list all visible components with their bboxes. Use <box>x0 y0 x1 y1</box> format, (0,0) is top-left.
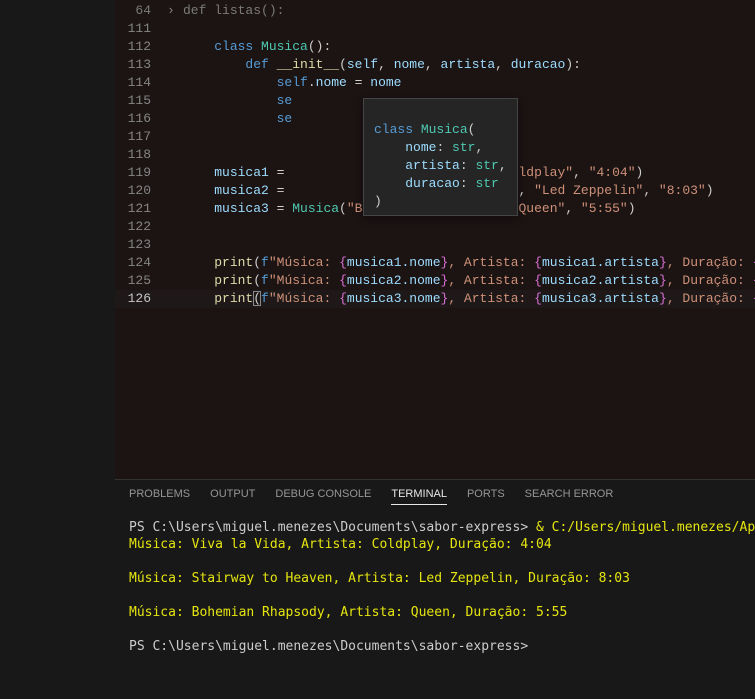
code-line: 123 <box>115 236 755 254</box>
line-number: 113 <box>115 56 167 74</box>
line-number: 125 <box>115 272 167 290</box>
terminal-output[interactable]: PS C:\Users\miguel.menezes\Documents\sab… <box>129 519 741 655</box>
line-number: 123 <box>115 236 167 254</box>
line-number: 115 <box>115 92 167 110</box>
bottom-panel: PROBLEMS OUTPUT DEBUG CONSOLE TERMINAL P… <box>115 479 755 699</box>
code-line: 112 class Musica(): <box>115 38 755 56</box>
line-number: 117 <box>115 128 167 146</box>
code-line: 111 <box>115 20 755 38</box>
line-number: 120 <box>115 182 167 200</box>
code-line: 124 print(f"Música: {musica1.nome}, Arti… <box>115 254 755 272</box>
line-number: 122 <box>115 218 167 236</box>
terminal-prompt: PS C:\Users\miguel.menezes\Documents\sab… <box>129 639 528 654</box>
line-number: 119 <box>115 164 167 182</box>
tab-terminal[interactable]: TERMINAL <box>391 488 447 505</box>
terminal-line: Música: Bohemian Rhapsody, Artista: Quee… <box>129 605 567 620</box>
main-area: 64 › def listas(): 111 112 class Musica(… <box>115 0 755 699</box>
code-line-active: 126 print(f"Música: {musica3.nome}, Arti… <box>115 290 755 308</box>
line-number: 118 <box>115 146 167 164</box>
terminal-command: & C:/Users/miguel.menezes/AppData/Loca <box>536 520 755 535</box>
code-line: 122 <box>115 218 755 236</box>
terminal-line: Música: Stairway to Heaven, Artista: Led… <box>129 571 630 586</box>
tab-output[interactable]: OUTPUT <box>210 488 255 505</box>
line-number: 124 <box>115 254 167 272</box>
code-editor[interactable]: 64 › def listas(): 111 112 class Musica(… <box>115 0 755 479</box>
code-content: def listas(): <box>183 2 755 20</box>
signature-tooltip: class Musica( nome: str, artista: str, d… <box>363 98 518 216</box>
terminal-prompt: PS C:\Users\miguel.menezes\Documents\sab… <box>129 520 536 535</box>
tab-search-error[interactable]: SEARCH ERROR <box>525 488 614 505</box>
line-number: 64 <box>115 2 167 20</box>
line-number: 126 <box>115 290 167 308</box>
tab-ports[interactable]: PORTS <box>467 488 505 505</box>
line-number: 114 <box>115 74 167 92</box>
line-number: 112 <box>115 38 167 56</box>
code-line: 113 def __init__(self, nome, artista, du… <box>115 56 755 74</box>
code-line: 64 › def listas(): <box>115 2 755 20</box>
code-line: 125 print(f"Música: {musica2.nome}, Arti… <box>115 272 755 290</box>
line-number: 121 <box>115 200 167 218</box>
tab-debug-console[interactable]: DEBUG CONSOLE <box>275 488 371 505</box>
side-panel <box>0 0 115 699</box>
code-line: 114 self.nome = nome <box>115 74 755 92</box>
terminal-line: Música: Viva la Vida, Artista: Coldplay,… <box>129 537 552 552</box>
panel-tabs: PROBLEMS OUTPUT DEBUG CONSOLE TERMINAL P… <box>129 488 741 505</box>
line-number: 111 <box>115 20 167 38</box>
fold-icon[interactable]: › <box>167 2 183 20</box>
line-number: 116 <box>115 110 167 128</box>
tab-problems[interactable]: PROBLEMS <box>129 488 190 505</box>
